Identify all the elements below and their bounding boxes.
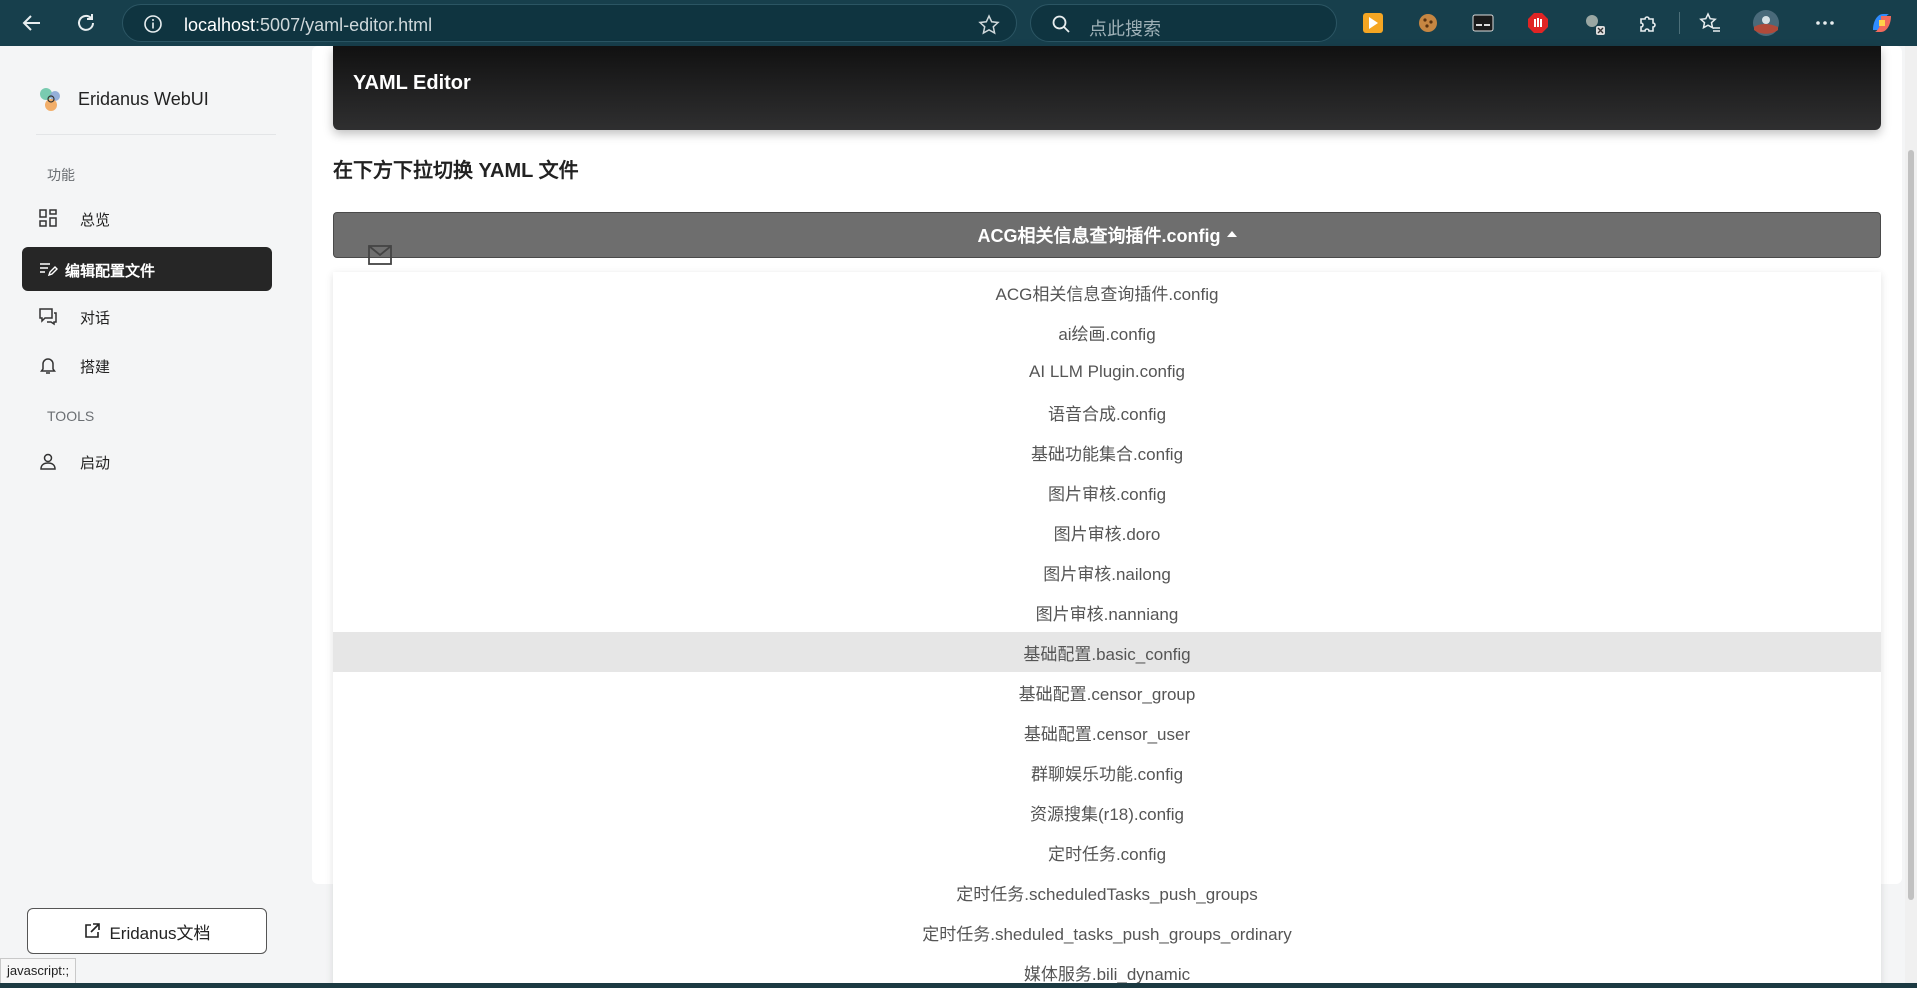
dropdown-option[interactable]: ai绘画.config: [333, 312, 1881, 352]
sidebar-item-chat[interactable]: 对话: [22, 294, 272, 338]
divider: [36, 134, 276, 135]
extension-video-icon[interactable]: [1359, 9, 1387, 37]
brand-name: Eridanus WebUI: [78, 88, 209, 109]
user-icon: [38, 451, 58, 471]
page-title: YAML Editor: [353, 72, 471, 94]
dropdown-option[interactable]: 基础配置.censor_group: [333, 672, 1881, 712]
search-placeholder: 点此搜索: [1089, 19, 1161, 39]
yaml-file-dropdown[interactable]: ACG相关信息查询插件.config: [333, 212, 1881, 258]
dropdown-option[interactable]: 语音合成.config: [333, 392, 1881, 432]
sidebar-item-overview[interactable]: 总览: [22, 196, 272, 240]
extensions-puzzle-icon[interactable]: [1634, 9, 1662, 37]
scrollbar-thumb[interactable]: [1908, 150, 1914, 900]
dropdown-selected-value: ACG相关信息查询插件.config: [977, 226, 1221, 246]
favorites-icon[interactable]: [1696, 9, 1724, 37]
browser-toolbar: localhost:5007/yaml-editor.html 点此搜索: [0, 0, 1917, 46]
sidebar-item-label: 对话: [80, 310, 111, 327]
toolbar-divider: [1679, 12, 1680, 34]
reload-icon: [78, 14, 94, 31]
reload-button[interactable]: [70, 7, 102, 39]
extension-adblock-icon[interactable]: [1524, 9, 1552, 37]
address-bar[interactable]: localhost:5007/yaml-editor.html: [122, 4, 1017, 42]
dropdown-option[interactable]: 群聊娱乐功能.config: [333, 752, 1881, 792]
extension-cookie-icon[interactable]: [1414, 9, 1442, 37]
sidebar-item-label: 编辑配置文件: [65, 263, 156, 280]
copilot-icon[interactable]: [1868, 9, 1896, 37]
page-header: YAML Editor: [333, 46, 1881, 130]
chat-icon: [38, 306, 58, 326]
docs-button-label: Eridanus文档: [109, 923, 211, 943]
dropdown-option[interactable]: 基础功能集合.config: [333, 432, 1881, 472]
taskbar-edge: [0, 983, 1917, 988]
mail-icon: [368, 245, 392, 270]
dropdown-option[interactable]: 图片审核.doro: [333, 512, 1881, 552]
docs-button[interactable]: Eridanus文档: [27, 908, 267, 954]
status-bar-link-preview: javascript:;: [0, 958, 77, 984]
sidebar-item-label: 启动: [80, 455, 111, 472]
dropdown-option[interactable]: ACG相关信息查询插件.config: [333, 272, 1881, 312]
sidebar: Eridanus WebUI 功能 总览 编辑配置文件 对话 搭建 TOOLS …: [0, 46, 312, 988]
extension-subtitle-icon[interactable]: [1469, 9, 1497, 37]
favorite-star-icon[interactable]: [978, 14, 1000, 41]
dropdown-option[interactable]: 定时任务.sheduled_tasks_push_groups_ordinary: [333, 912, 1881, 952]
url-text: localhost:5007/yaml-editor.html: [184, 15, 433, 35]
browser-search-box[interactable]: 点此搜索: [1030, 4, 1337, 42]
dropdown-option[interactable]: AI LLM Plugin.config: [333, 352, 1881, 392]
brand[interactable]: Eridanus WebUI: [36, 84, 209, 114]
bell-icon: [38, 355, 58, 375]
profile-avatar[interactable]: [1752, 9, 1780, 37]
sidebar-item-build[interactable]: 搭建: [22, 343, 272, 387]
site-info-icon[interactable]: [143, 14, 163, 39]
back-button[interactable]: [16, 7, 48, 39]
dropdown-option[interactable]: 资源搜集(r18).config: [333, 792, 1881, 832]
dropdown-menu: ACG相关信息查询插件.config ai绘画.config AI LLM Pl…: [333, 272, 1881, 988]
back-arrow-icon: [22, 15, 40, 31]
section-label-features: 功能: [47, 167, 75, 183]
page-scrollbar[interactable]: [1905, 46, 1917, 983]
external-link-icon: [85, 923, 101, 938]
dropdown-option[interactable]: 定时任务.scheduledTasks_push_groups: [333, 872, 1881, 912]
section-label-tools: TOOLS: [47, 408, 95, 424]
extension-disabled-icon[interactable]: [1580, 9, 1608, 37]
dropdown-option[interactable]: 图片审核.nanniang: [333, 592, 1881, 632]
sidebar-item-launch[interactable]: 启动: [22, 439, 272, 483]
search-icon: [1051, 14, 1071, 39]
caret-up-icon: [1226, 231, 1237, 237]
sidebar-item-label: 总览: [80, 212, 111, 229]
sidebar-item-label: 搭建: [80, 359, 111, 376]
dropdown-option-hovered[interactable]: 基础配置.basic_config: [333, 632, 1881, 672]
dropdown-option[interactable]: 图片审核.nailong: [333, 552, 1881, 592]
dropdown-option[interactable]: 基础配置.censor_user: [333, 712, 1881, 752]
more-options-icon[interactable]: [1811, 9, 1839, 37]
dropdown-option[interactable]: 定时任务.config: [333, 832, 1881, 872]
grid-icon: [38, 208, 58, 228]
instruction-text: 在下方下拉切换 YAML 文件: [333, 160, 579, 182]
sidebar-item-edit-config[interactable]: 编辑配置文件: [22, 247, 272, 291]
brand-logo-icon: [40, 88, 60, 111]
edit-icon: [38, 259, 58, 279]
dropdown-option[interactable]: 图片审核.config: [333, 472, 1881, 512]
